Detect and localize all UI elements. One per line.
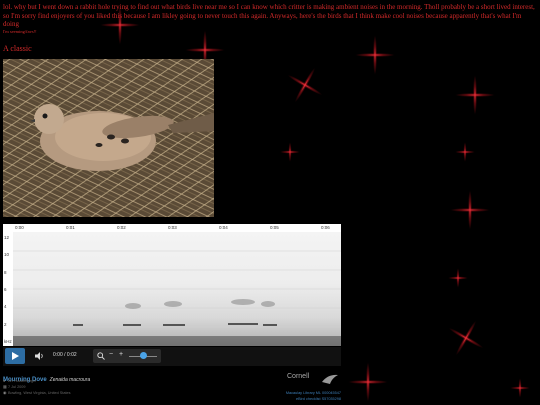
spectrogram-plot bbox=[13, 232, 341, 346]
sparkle-decoration bbox=[450, 190, 490, 230]
frequency-tick-label: 10 bbox=[4, 252, 10, 258]
playback-time: 0:00 / 0:02 bbox=[53, 352, 77, 358]
zoom-out-button[interactable]: − bbox=[109, 351, 113, 358]
frequency-tick-label: 4 bbox=[4, 304, 7, 310]
recording-location: Bowling, West Virginia, United States bbox=[8, 391, 71, 395]
zoom-in-button[interactable]: + bbox=[119, 351, 123, 358]
zoom-control: − + bbox=[93, 349, 161, 363]
cornell-brand: Cornell bbox=[287, 373, 310, 380]
time-tick-label: 0:04 bbox=[219, 225, 228, 230]
time-tick-label: 0:05 bbox=[270, 225, 279, 230]
bird-logo-icon bbox=[322, 374, 338, 384]
recording-date: 7 Jul 2009 bbox=[8, 385, 26, 389]
sparkle-decoration bbox=[510, 378, 530, 398]
sparkle-decoration bbox=[278, 58, 333, 113]
time-tick-label: 0:01 bbox=[66, 225, 75, 230]
section-heading: A classic bbox=[3, 44, 32, 53]
time-tick-label: 0:02 bbox=[117, 225, 126, 230]
frequency-tick-label: kHz bbox=[4, 339, 12, 344]
audio-player: 0:00 / 0:02 − + bbox=[3, 347, 341, 366]
zoom-icon bbox=[97, 352, 105, 360]
sparkle-decoration bbox=[280, 142, 300, 162]
frequency-axis: 12 10 8 6 4 2 kHz bbox=[3, 232, 13, 346]
sparkle-decoration bbox=[355, 35, 395, 75]
time-tick-label: 0:06 bbox=[321, 225, 330, 230]
recording-details: ● Art Huckleberger ▦7 Jul 2009 ◉ Bowling, … bbox=[3, 378, 71, 396]
bird-photo bbox=[3, 59, 214, 217]
sparkle-decoration bbox=[348, 362, 388, 402]
frequency-tick-label: 6 bbox=[4, 287, 7, 292]
mourning-dove-image bbox=[3, 59, 214, 217]
credits-links: Macaulay Library ML 000045547 eBird chec… bbox=[271, 391, 341, 402]
play-button[interactable] bbox=[5, 348, 25, 364]
post-intro-text: lol. why but I went down a rabbit hole t… bbox=[3, 3, 535, 28]
recordist-name: Art Huckleberger bbox=[8, 379, 37, 383]
sparkle-decoration bbox=[455, 75, 495, 115]
sparkle-decoration bbox=[439, 311, 494, 366]
time-tick-label: 0:03 bbox=[168, 225, 177, 230]
ebird-checklist-link[interactable]: eBird checklist S57035298 bbox=[271, 397, 341, 403]
frequency-tick-label: 8 bbox=[4, 269, 7, 275]
sparkle-decoration bbox=[448, 268, 468, 288]
frequency-tick-label: 2 bbox=[4, 321, 7, 327]
volume-icon[interactable] bbox=[35, 351, 45, 361]
spectrogram[interactable]: 0:00 0:01 0:02 0:03 0:04 0:05 0:06 12 10 8 6 4 2 kHz bbox=[3, 224, 341, 346]
play-icon bbox=[11, 352, 19, 360]
post-byline: I'm seeming/favs!! bbox=[3, 29, 37, 34]
sparkle-decoration bbox=[455, 142, 475, 162]
zoom-slider-handle[interactable] bbox=[139, 352, 147, 359]
time-tick-label: 0:00 bbox=[15, 225, 24, 230]
frequency-tick-label: 12 bbox=[4, 235, 10, 240]
